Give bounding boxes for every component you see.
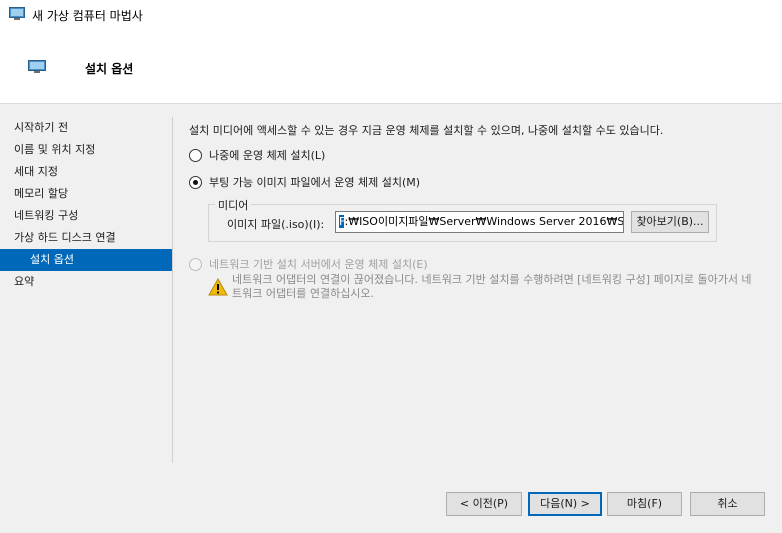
- nav-item-summary[interactable]: 요약: [0, 271, 172, 293]
- title-bar: 새 가상 컴퓨터 마법사: [0, 0, 782, 31]
- radio-network-install[interactable]: [189, 257, 202, 271]
- nav-item-before-you-begin[interactable]: 시작하기 전: [0, 117, 172, 139]
- iso-file-label: 이미지 파일(.iso)(I):: [227, 218, 325, 231]
- nav-divider: [172, 117, 173, 463]
- radio-install-later[interactable]: [189, 148, 202, 162]
- option-install-later-label: 나중에 운영 체제 설치(L): [209, 149, 326, 162]
- virtual-machine-icon: [28, 60, 46, 73]
- network-warning-text: 네트워크 어댑터의 연결이 끊어졌습니다. 네트워크 기반 설치를 수행하려면 …: [232, 273, 752, 300]
- description-text: 설치 미디어에 액세스할 수 있는 경우 지금 운영 체제를 설치할 수 있으며…: [189, 124, 664, 137]
- previous-button[interactable]: < 이전(P): [446, 492, 522, 516]
- browse-button[interactable]: 찾아보기(B)...: [631, 211, 709, 233]
- warning-icon: [208, 278, 228, 296]
- iso-path-text: :₩ISO이미지파일₩Server₩Windows Server 2016₩SW…: [344, 215, 624, 228]
- media-group-label: 미디어: [215, 197, 252, 213]
- nav-item-networking[interactable]: 네트워킹 구성: [0, 205, 172, 227]
- wizard-header: 설치 옵션: [0, 31, 782, 104]
- nav-item-name-location[interactable]: 이름 및 위치 지정: [0, 139, 172, 161]
- nav-item-generation[interactable]: 세대 지정: [0, 161, 172, 183]
- option-network-install[interactable]: 네트워크 기반 설치 서버에서 운영 체제 설치(E): [189, 256, 428, 272]
- cancel-button[interactable]: 취소: [690, 492, 765, 516]
- next-button[interactable]: 다음(N) >: [528, 492, 602, 516]
- option-install-later[interactable]: 나중에 운영 체제 설치(L): [189, 147, 325, 163]
- nav-item-memory[interactable]: 메모리 할당: [0, 183, 172, 205]
- window-title: 새 가상 컴퓨터 마법사: [32, 9, 143, 23]
- radio-install-from-iso[interactable]: [189, 175, 202, 189]
- iso-file-path-input[interactable]: F:₩ISO이미지파일₩Server₩Windows Server 2016₩S…: [335, 211, 624, 233]
- virtual-machine-icon: [9, 7, 25, 20]
- media-groupbox: 미디어 이미지 파일(.iso)(I): F:₩ISO이미지파일₩Server₩…: [208, 197, 717, 242]
- page-title: 설치 옵션: [85, 62, 134, 76]
- nav-item-virtual-hard-disk[interactable]: 가상 하드 디스크 연결: [0, 227, 172, 249]
- finish-button[interactable]: 마침(F): [607, 492, 682, 516]
- wizard-content: 시작하기 전 이름 및 위치 지정 세대 지정 메모리 할당 네트워킹 구성 가…: [0, 105, 782, 533]
- option-install-from-iso[interactable]: 부팅 가능 이미지 파일에서 운영 체제 설치(M): [189, 174, 420, 190]
- option-network-install-label: 네트워크 기반 설치 서버에서 운영 체제 설치(E): [209, 258, 428, 271]
- option-install-from-iso-label: 부팅 가능 이미지 파일에서 운영 체제 설치(M): [209, 176, 421, 189]
- nav-item-installation-options[interactable]: 설치 옵션: [0, 249, 172, 271]
- wizard-steps-nav: 시작하기 전 이름 및 위치 지정 세대 지정 메모리 할당 네트워킹 구성 가…: [0, 117, 172, 293]
